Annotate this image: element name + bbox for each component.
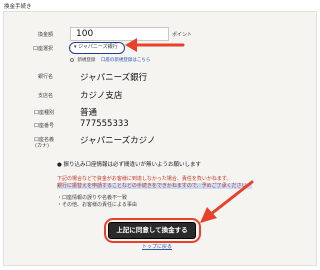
new-register-link[interactable]: 口座の新規登録はこちら — [101, 58, 151, 63]
amount-label: 換金額 — [38, 32, 54, 38]
type-value: 普通 — [80, 108, 98, 118]
notice-bullet-1: ・口座情報の誤りや名義不一致 — [57, 195, 128, 201]
holder-sublabel: (カナ) — [35, 143, 49, 149]
arrow-down-left-icon — [200, 180, 254, 223]
account-select[interactable]: ▾ ジャパニーズ銀行 — [69, 42, 125, 54]
select-indicator-icon: ▾ — [74, 44, 77, 50]
new-register-option[interactable]: 新規登録 口座の新規登録はこちら — [70, 57, 150, 63]
bank-label: 銀行名 — [38, 74, 54, 80]
agree-withdraw-button[interactable]: 上記に同意して換金する — [108, 222, 196, 239]
bank-value: ジャパニーズ銀行 — [80, 73, 148, 83]
back-to-top-link[interactable]: トップに戻る — [142, 243, 172, 250]
notice-heading: ● 振り込み口座情報は必ず間違いが無いようお願いします — [57, 162, 201, 168]
new-register-label: 新規登録 — [77, 58, 96, 63]
branch-value: カジノ支店 — [80, 91, 123, 101]
radio-icon[interactable] — [70, 57, 74, 62]
page-title: 換金手続き — [4, 4, 32, 10]
holder-value: ジャパニーズカジノ — [80, 136, 156, 146]
number-value: 777555333 — [80, 119, 129, 129]
account-select-value: ジャパニーズ銀行 — [78, 44, 118, 50]
arrow-left-icon — [125, 38, 185, 52]
notice-bullet-2: ・その他、お客様の責任による事由 — [57, 202, 137, 208]
type-label: 口座種別 — [34, 110, 55, 116]
number-label: 口座番号 — [34, 123, 55, 129]
account-select-label: 口座選択 — [33, 46, 54, 52]
branch-label: 支店名 — [38, 93, 54, 99]
